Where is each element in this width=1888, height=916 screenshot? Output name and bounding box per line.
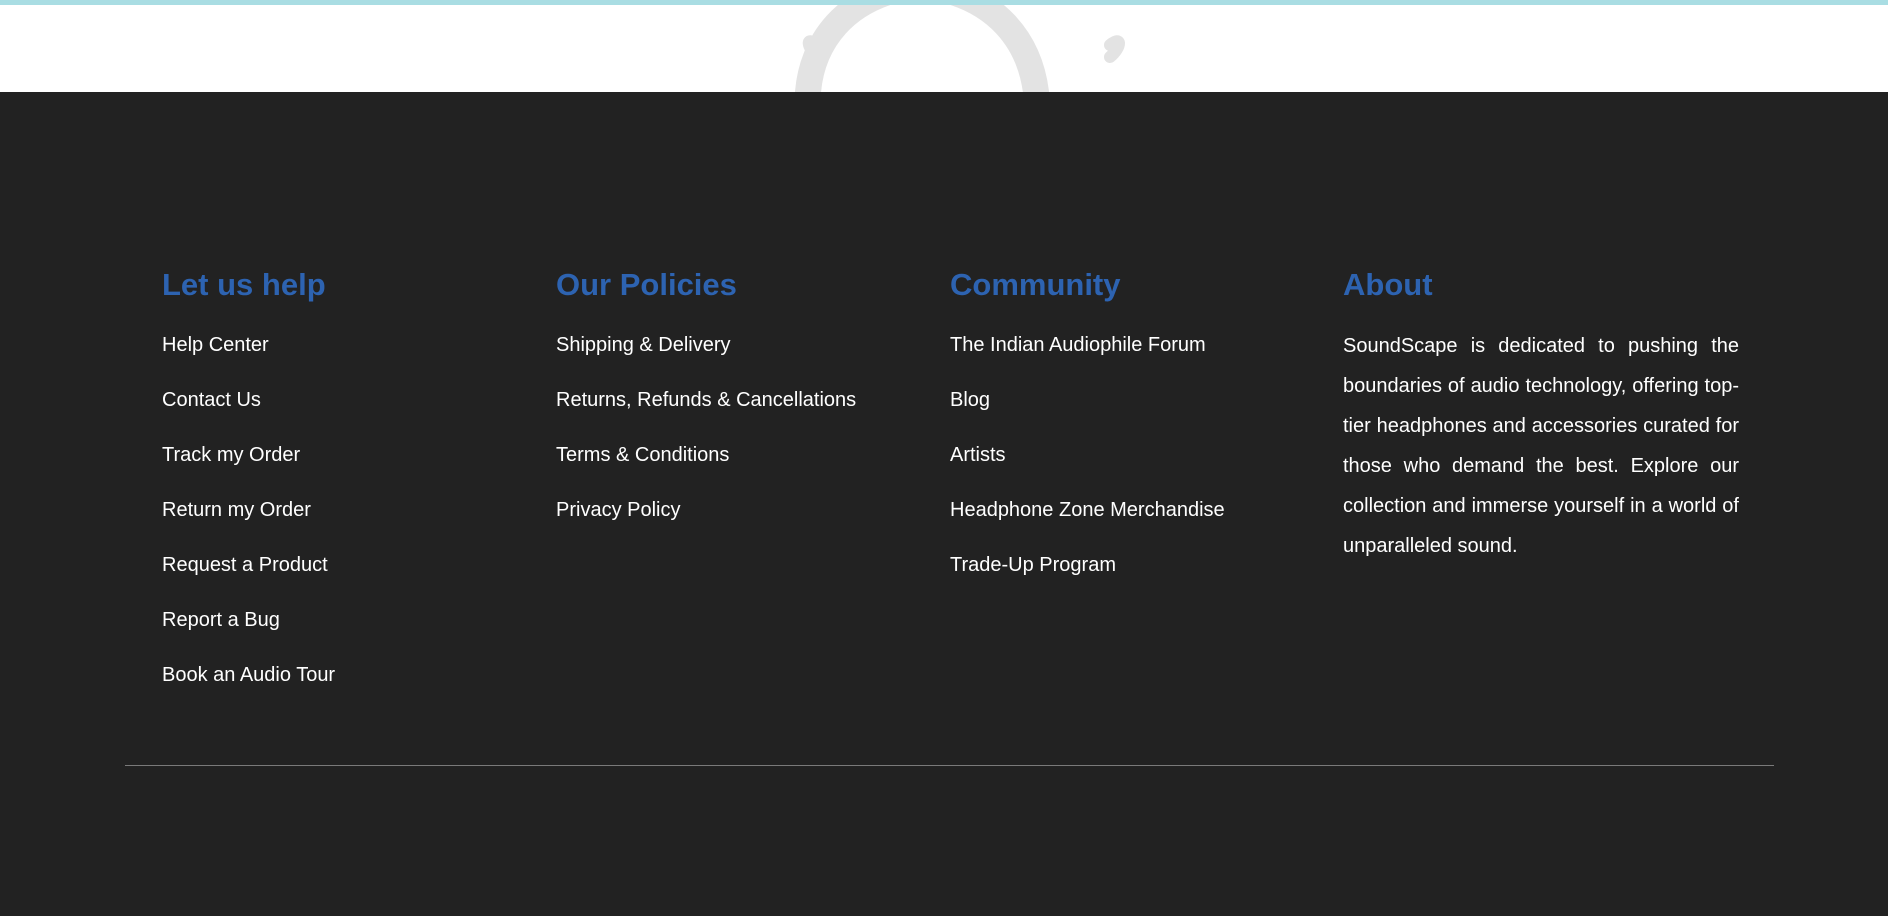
footer-column-community: Community The Indian Audiophile Forum Bl…	[950, 267, 1225, 608]
list-item: Help Center	[162, 333, 335, 388]
footer-heading-help: Let us help	[162, 267, 326, 302]
list-item: Terms & Conditions	[556, 443, 856, 498]
returns-refunds-link[interactable]: Returns, Refunds & Cancellations	[556, 388, 856, 412]
list-item: Blog	[950, 388, 1225, 443]
about-description: SoundScape is dedicated to pushing the b…	[1343, 335, 1739, 557]
trade-up-program-link[interactable]: Trade-Up Program	[950, 553, 1116, 577]
report-bug-link[interactable]: Report a Bug	[162, 608, 280, 632]
footer-column-help: Let us help Help Center Contact Us Track…	[162, 267, 335, 718]
footer-column-about: About SoundScape is dedicated to pushing…	[1343, 267, 1739, 566]
site-footer: Let us help Help Center Contact Us Track…	[0, 92, 1888, 916]
footer-links-policies: Shipping & Delivery Returns, Refunds & C…	[556, 333, 856, 553]
shipping-delivery-link[interactable]: Shipping & Delivery	[556, 333, 731, 357]
list-item: Artists	[950, 443, 1225, 498]
contact-us-link[interactable]: Contact Us	[162, 388, 261, 412]
privacy-policy-link[interactable]: Privacy Policy	[556, 498, 680, 522]
return-order-link[interactable]: Return my Order	[162, 498, 311, 522]
list-item: Contact Us	[162, 388, 335, 443]
request-product-link[interactable]: Request a Product	[162, 553, 328, 577]
help-center-link[interactable]: Help Center	[162, 333, 269, 357]
list-item: Book an Audio Tour	[162, 663, 335, 718]
footer-links-help: Help Center Contact Us Track my Order Re…	[162, 333, 335, 718]
audiophile-forum-link[interactable]: The Indian Audiophile Forum	[950, 333, 1206, 357]
artists-link[interactable]: Artists	[950, 443, 1006, 467]
list-item: Report a Bug	[162, 608, 335, 663]
list-item: Headphone Zone Merchandise	[950, 498, 1225, 553]
list-item: Request a Product	[162, 553, 335, 608]
list-item: Trade-Up Program	[950, 553, 1225, 608]
list-item: Return my Order	[162, 498, 335, 553]
list-item: The Indian Audiophile Forum	[950, 333, 1225, 388]
footer-links-community: The Indian Audiophile Forum Blog Artists…	[950, 333, 1225, 608]
terms-conditions-link[interactable]: Terms & Conditions	[556, 443, 729, 467]
list-item: Returns, Refunds & Cancellations	[556, 388, 856, 443]
footer-column-policies: Our Policies Shipping & Delivery Returns…	[556, 267, 856, 553]
footer-heading-community: Community	[950, 267, 1121, 302]
hero-section	[0, 5, 1888, 92]
headphones-icon	[795, 5, 1125, 92]
list-item: Track my Order	[162, 443, 335, 498]
footer-heading-about: About	[1343, 267, 1433, 302]
book-audio-tour-link[interactable]: Book an Audio Tour	[162, 663, 335, 687]
track-order-link[interactable]: Track my Order	[162, 443, 300, 467]
footer-divider	[125, 765, 1774, 766]
footer-heading-policies: Our Policies	[556, 267, 737, 302]
list-item: Shipping & Delivery	[556, 333, 856, 388]
merchandise-link[interactable]: Headphone Zone Merchandise	[950, 498, 1225, 522]
blog-link[interactable]: Blog	[950, 388, 990, 412]
list-item: Privacy Policy	[556, 498, 856, 553]
